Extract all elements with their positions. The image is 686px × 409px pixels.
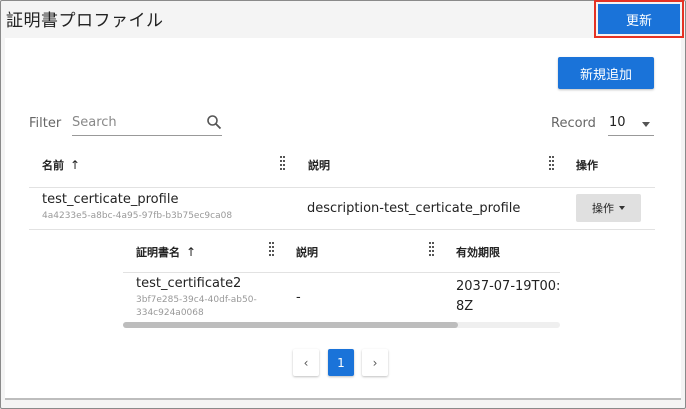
column-header-name[interactable]: 名前 ↑: [42, 157, 80, 173]
column-resize-handle[interactable]: [549, 156, 555, 170]
profile-description: description-test_certicate_profile: [307, 201, 521, 216]
page-title: 証明書プロファイル: [6, 11, 164, 31]
profile-name[interactable]: test_certicate_profile: [42, 192, 178, 207]
add-new-button[interactable]: 新規追加: [558, 57, 654, 89]
subheader-divider: [123, 272, 560, 273]
certificate-expiry-line1: 2037-07-19T00:: [456, 279, 561, 294]
search-field[interactable]: Search: [72, 112, 222, 136]
certificate-expiry-line2: 8Z: [456, 299, 474, 314]
record-count-select[interactable]: 10: [608, 112, 654, 136]
column-resize-handle[interactable]: [429, 242, 435, 256]
page-1-button[interactable]: 1: [328, 349, 354, 376]
subcolumn-header-cert-name[interactable]: 証明書名 ↑: [136, 244, 196, 260]
prev-page-button[interactable]: ‹: [293, 349, 319, 376]
header-divider: [29, 187, 655, 188]
search-input[interactable]: Search: [72, 115, 117, 130]
subcolumn-header-description[interactable]: 説明: [296, 244, 318, 260]
certificate-description: -: [296, 290, 301, 305]
record-label: Record: [551, 116, 596, 131]
record-count-value: 10: [609, 115, 626, 130]
content-card: 新規追加 Filter Search Record 10 名前 ↑ 説明 操作 t…: [5, 38, 681, 398]
row-divider: [29, 229, 655, 230]
profile-id: 4a4233e5-a8bc-4a95-97fb-b3b75ec9ca08: [42, 211, 233, 221]
column-header-actions: 操作: [576, 159, 598, 172]
certificate-id-line1: 3bf7e285-39c4-40df-ab50-: [136, 295, 257, 305]
chevron-down-icon: [642, 122, 650, 127]
search-icon[interactable]: [206, 114, 222, 130]
subcolumn-header-label: 証明書名: [136, 246, 180, 259]
certificate-name[interactable]: test_certificate2: [136, 276, 241, 291]
horizontal-scrollbar-thumb[interactable]: [123, 322, 458, 328]
next-page-button[interactable]: ›: [362, 349, 388, 376]
card-bottom-border: [5, 398, 681, 400]
refresh-highlight: 更新: [594, 0, 684, 38]
caret-down-icon: [619, 206, 625, 210]
sort-ascending-icon[interactable]: ↑: [186, 245, 196, 259]
row-actions-button[interactable]: 操作: [576, 194, 641, 222]
refresh-button[interactable]: 更新: [598, 4, 680, 34]
row-actions-label: 操作: [592, 202, 614, 215]
column-resize-handle[interactable]: [269, 242, 275, 256]
subcolumn-header-expiry[interactable]: 有効期限: [456, 244, 500, 260]
certificate-id-line2: 334c924a0068: [136, 308, 204, 318]
sort-ascending-icon[interactable]: ↑: [70, 158, 80, 172]
column-resize-handle[interactable]: [280, 156, 286, 170]
column-header-label: 名前: [42, 159, 64, 172]
filter-label: Filter: [29, 116, 62, 131]
column-header-description[interactable]: 説明: [308, 157, 330, 173]
